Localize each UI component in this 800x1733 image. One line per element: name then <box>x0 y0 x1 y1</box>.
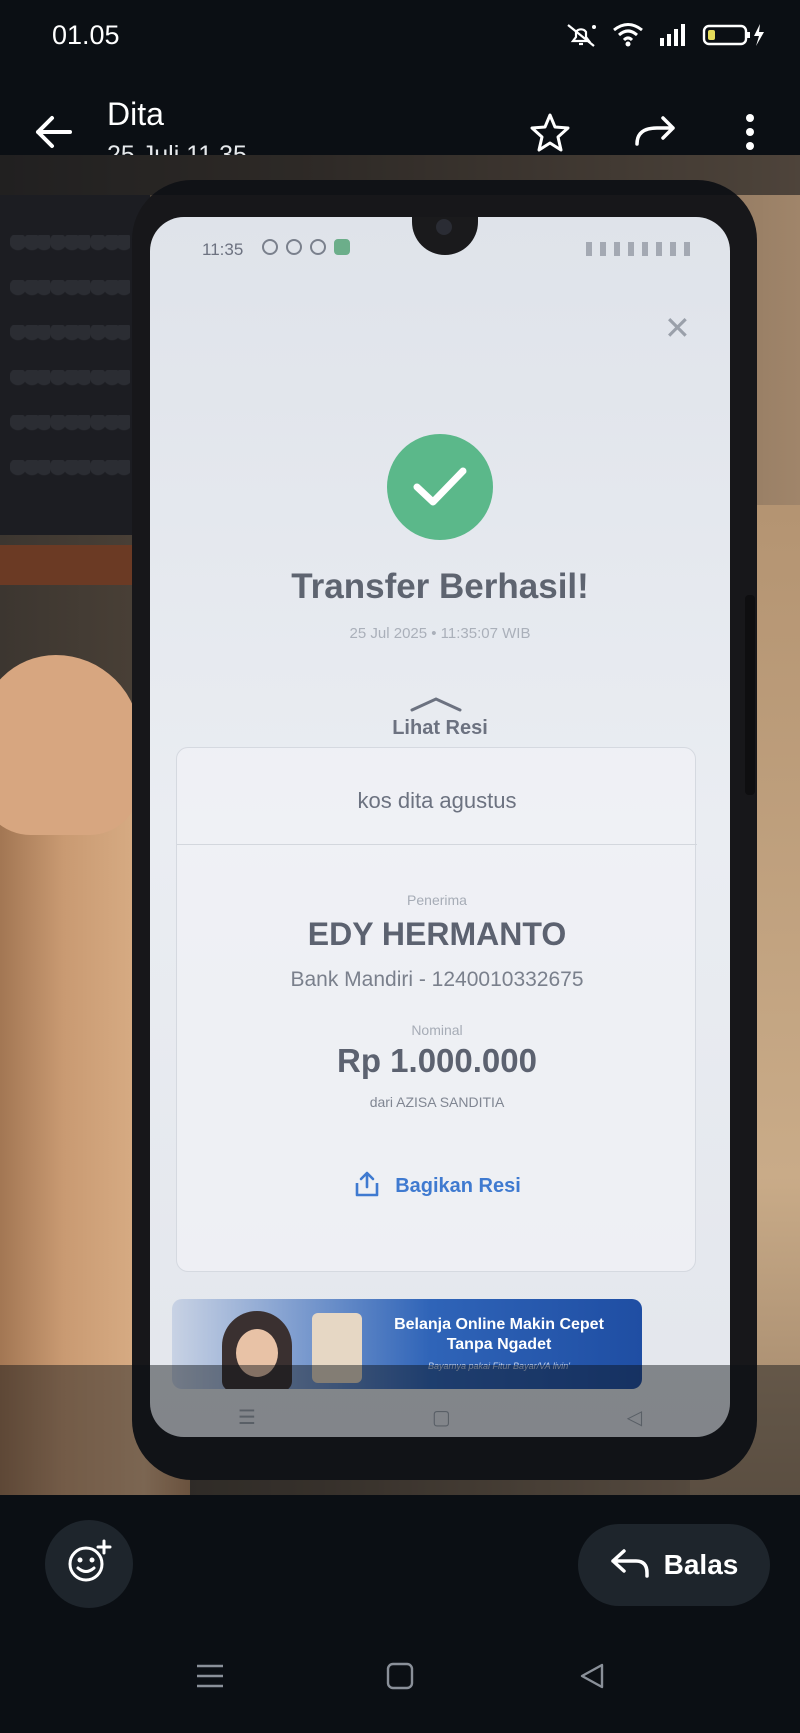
sender-account: dari AZISA SANDITIA <box>369 1094 505 1110</box>
phone-side-button <box>745 595 755 795</box>
recipient-name: EDY HERMANTO <box>307 916 567 952</box>
forward-button[interactable] <box>630 108 682 160</box>
photo-overlay-bottom <box>0 1365 800 1495</box>
sender-name: Dita <box>107 96 164 132</box>
system-nav-bar <box>0 1620 800 1733</box>
more-vert-icon <box>744 112 756 157</box>
back-nav-button[interactable] <box>572 1658 612 1698</box>
status-bar: 01.05 <box>0 0 800 70</box>
reply-icon <box>610 1547 650 1584</box>
back-triangle-icon <box>578 1662 606 1695</box>
transfer-datetime: 25 Jul 2025 • 11:35:07 WIB <box>349 625 531 642</box>
keyboard-background <box>0 195 150 535</box>
chevron-up-icon <box>410 697 462 712</box>
inner-status-time: 11:35 <box>202 240 244 259</box>
status-time: 01.05 <box>52 20 120 50</box>
back-button[interactable] <box>28 108 80 160</box>
amount-value: Rp 1.000.000 <box>337 1042 537 1079</box>
close-icon: ✕ <box>664 310 691 346</box>
battery-charging-icon <box>702 22 766 48</box>
home-square-icon <box>386 1662 414 1695</box>
signal-icon <box>658 22 688 48</box>
reply-label: Balas <box>663 1549 739 1580</box>
photo-overlay-top <box>0 155 800 195</box>
divider <box>177 844 697 845</box>
star-icon <box>530 112 570 157</box>
inner-status-icons <box>586 242 696 256</box>
share-receipt-label: Bagikan Resi <box>395 1175 521 1197</box>
back-arrow-icon <box>34 114 74 155</box>
camera-notch <box>412 217 478 255</box>
transfer-note: kos dita agustus <box>357 788 517 813</box>
phone-screen: 11:35 ✕ Transfer Berhasil! 25 Jul 2025 •… <box>150 217 730 1437</box>
star-button[interactable] <box>524 108 576 160</box>
transfer-title: Transfer Berhasil! <box>291 567 589 606</box>
home-button[interactable] <box>380 1658 420 1698</box>
desk-edge <box>0 545 150 585</box>
more-options-button[interactable] <box>724 108 776 160</box>
share-icon <box>353 1170 381 1203</box>
share-receipt: Bagikan Resi <box>177 1170 697 1203</box>
banner-title: Belanja Online Makin Cepet Tanpa Ngadet <box>394 1316 604 1353</box>
recipient-label: Penerima <box>407 892 467 908</box>
recent-apps-button[interactable] <box>190 1658 230 1698</box>
wifi-icon <box>612 22 644 48</box>
mute-icon <box>564 22 598 48</box>
add-emoji-icon <box>66 1539 112 1590</box>
amount-label: Nominal <box>411 1022 463 1038</box>
menu-lines-icon <box>195 1663 225 1694</box>
status-icons <box>564 22 766 48</box>
reply-button[interactable]: Balas <box>578 1524 770 1606</box>
recipient-bank: Bank Mandiri - 1240010332675 <box>290 968 584 991</box>
inner-app-icons <box>262 239 350 255</box>
thumb <box>0 655 140 835</box>
receipt-card: kos dita agustus Penerima EDY HERMANTO B… <box>176 747 697 1272</box>
shared-photo[interactable]: 11:35 ✕ Transfer Berhasil! 25 Jul 2025 •… <box>0 155 800 1495</box>
success-check-icon <box>387 434 493 540</box>
add-reaction-button[interactable] <box>45 1520 133 1608</box>
forward-icon <box>633 114 679 155</box>
view-receipt-label: Lihat Resi <box>392 717 488 739</box>
